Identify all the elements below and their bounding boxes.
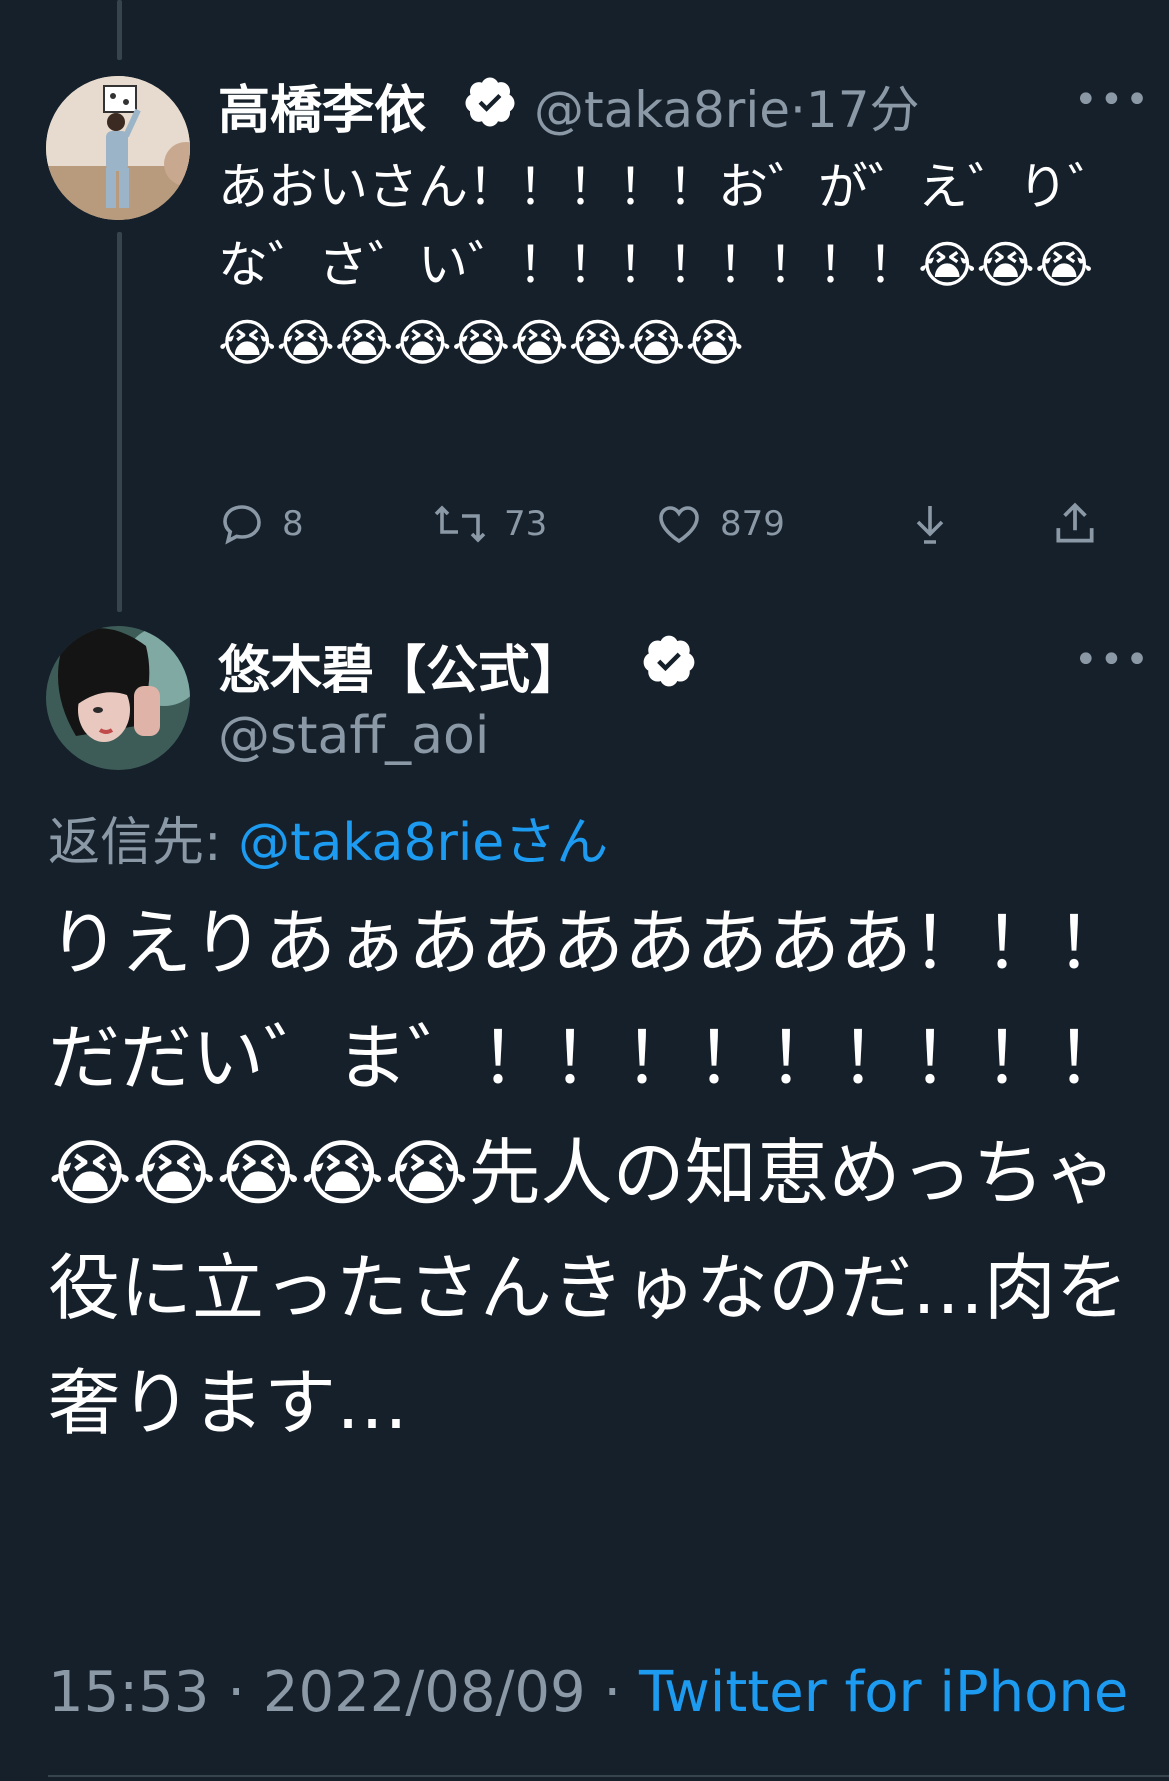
tweet-time[interactable]: 15:53 <box>48 1660 209 1725</box>
reply-tweet-text: あおいさん！！！！！お゛が゛え゛り゛な゛さ゛い゛！！！！！！！！😭😭😭😭😭😭😭😭… <box>218 158 1118 372</box>
retweet-count: 73 <box>504 504 548 544</box>
verified-badge-icon <box>643 635 695 687</box>
share-icon <box>1056 502 1094 543</box>
bookmark-action[interactable] <box>906 494 970 554</box>
download-arrow-icon <box>916 506 944 544</box>
avatar-staff-aoi[interactable] <box>46 626 190 770</box>
like-count: 879 <box>720 504 785 544</box>
more-options-icon[interactable]: ••• <box>1074 640 1151 680</box>
main-tweet-text: りえりあぁあああああああ！！！だだい゛ま゛！！！！！！！！！😭😭😭😭😭先人の知恵… <box>48 901 1129 1445</box>
share-action[interactable] <box>1050 494 1116 554</box>
reply-bubble-icon <box>223 505 261 545</box>
retweet-action[interactable]: 73 <box>432 494 547 554</box>
thread-line-top <box>117 0 122 60</box>
reply-timestamp: 17分 <box>805 81 920 139</box>
reply-count: 8 <box>282 504 304 544</box>
like-action[interactable]: 879 <box>654 494 785 554</box>
thread-line-middle <box>117 232 122 612</box>
reply-action[interactable]: 8 <box>218 494 304 554</box>
reply-author-name[interactable]: 高橋李依 <box>218 68 426 143</box>
tweet-source-link[interactable]: Twitter for iPhone <box>639 1660 1128 1725</box>
bottom-divider <box>48 1775 1169 1777</box>
reply-to-line: 返信先: @taka8rieさん <box>48 800 608 875</box>
avatar-taka8rie[interactable] <box>46 76 190 220</box>
reply-author-handle[interactable]: @taka8rie·17分 <box>534 70 920 142</box>
heart-icon <box>659 506 699 544</box>
tweet-meta: 15:53 · 2022/08/09 · Twitter for iPhone <box>48 1660 1129 1725</box>
tweet-date[interactable]: 2022/08/09 <box>263 1660 586 1725</box>
more-options-icon[interactable]: ••• <box>1074 80 1151 120</box>
verified-badge-icon <box>465 77 515 127</box>
reply-to-label: 返信先: <box>48 813 222 873</box>
reply-to-handle-link[interactable]: @taka8rieさん <box>238 813 608 873</box>
retweet-icon <box>434 505 486 543</box>
main-author-name[interactable]: 悠木碧【公式】 <box>218 628 582 703</box>
main-author-handle[interactable]: @staff_aoi <box>218 706 489 766</box>
